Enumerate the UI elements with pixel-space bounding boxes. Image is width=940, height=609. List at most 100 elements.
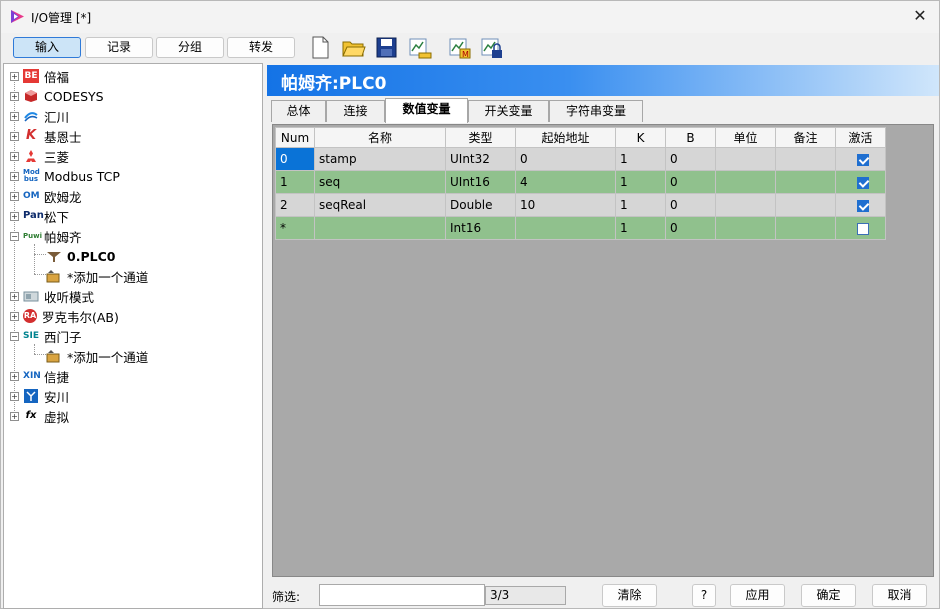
cell-unit[interactable] [715,147,776,171]
cell-k[interactable]: 1 [615,147,666,171]
expand-icon[interactable]: + [10,111,19,121]
tree-item-plc0[interactable]: 0.PLC0 [46,246,115,266]
cell-k[interactable]: 1 [615,216,666,240]
tree-item-modbus-tcp[interactable]: + Mod bus Modbus TCP [10,166,120,186]
expand-icon[interactable]: + [10,291,19,301]
ok-button[interactable]: 确定 [801,584,856,607]
collapse-icon[interactable]: − [10,331,19,341]
cell-name[interactable] [314,216,446,240]
cell-unit[interactable] [715,170,776,194]
import-lock-icon[interactable] [479,35,504,60]
tree-item-add-channel[interactable]: *添加一个通道 [46,346,148,366]
cell-start-address[interactable]: 0 [515,147,616,171]
cell-active[interactable] [835,216,886,240]
tree-item-yaskawa[interactable]: + 安川 [10,386,69,406]
tab-connection[interactable]: 连接 [326,100,385,122]
cell-active[interactable] [835,170,886,194]
close-button[interactable]: ✕ [909,5,931,27]
export-icon[interactable] [407,35,432,60]
cell-num[interactable]: * [275,216,315,240]
save-icon[interactable] [374,35,399,60]
column-header-num[interactable]: Num [275,127,315,148]
cell-b[interactable]: 0 [665,170,716,194]
tree-item-virtual[interactable]: + fx 虚拟 [10,406,69,426]
cell-start-address[interactable]: 4 [515,170,616,194]
open-folder-icon[interactable] [341,35,366,60]
cell-type[interactable]: Int16 [445,216,516,240]
expand-icon[interactable]: + [10,151,19,161]
filter-input[interactable] [319,584,485,606]
expand-icon[interactable]: + [10,311,19,321]
tree-item-panasonic[interactable]: + Pan 松下 [10,206,69,226]
column-header-b[interactable]: B [665,127,716,148]
import-m-icon[interactable]: M [447,35,472,60]
tab-record-button[interactable]: 记录 [85,37,153,58]
tab-general[interactable]: 总体 [271,100,326,122]
expand-icon[interactable]: + [10,131,19,141]
tree-item-siemens[interactable]: − SIE 西门子 [10,326,82,346]
cell-start-address[interactable] [515,216,616,240]
table-row[interactable]: 1 seq UInt16 4 1 0 [275,170,886,194]
active-checkbox[interactable] [856,153,869,166]
cell-b[interactable]: 0 [665,147,716,171]
expand-icon[interactable]: + [10,91,19,101]
tree-item-add-channel[interactable]: *添加一个通道 [46,266,148,286]
cell-note[interactable] [775,170,836,194]
cancel-button[interactable]: 取消 [872,584,927,607]
tab-forward-button[interactable]: 转发 [227,37,295,58]
new-file-icon[interactable] [308,35,333,60]
active-checkbox[interactable] [856,176,869,189]
active-checkbox[interactable] [856,222,869,235]
tree-item-mitsubishi[interactable]: + 三菱 [10,146,69,166]
apply-button[interactable]: 应用 [730,584,785,607]
tab-input-button[interactable]: 输入 [13,37,81,58]
cell-type[interactable]: Double [445,193,516,217]
cell-note[interactable] [775,147,836,171]
tree-item-listen-mode[interactable]: + 收听模式 [10,286,94,306]
expand-icon[interactable]: + [10,411,19,421]
cell-k[interactable]: 1 [615,170,666,194]
cell-num[interactable]: 2 [275,193,315,217]
help-button[interactable]: ? [692,584,716,607]
column-header-name[interactable]: 名称 [314,127,446,148]
column-header-type[interactable]: 类型 [445,127,516,148]
cell-name[interactable]: seq [314,170,446,194]
column-header-active[interactable]: 激活 [835,127,886,148]
cell-name[interactable]: seqReal [314,193,446,217]
tree-item-pamuqi[interactable]: − Puwi 帕姆齐 [10,226,82,246]
tree-item-inovance[interactable]: + 汇川 [10,106,69,126]
tree-item-beckhoff[interactable]: + BE 倍福 [10,66,69,86]
cell-num[interactable]: 1 [275,170,315,194]
cell-note[interactable] [775,193,836,217]
column-header-start-address[interactable]: 起始地址 [515,127,616,148]
table-row[interactable]: 0 stamp UInt32 0 1 0 [275,147,886,171]
collapse-icon[interactable]: − [10,231,19,241]
expand-icon[interactable]: + [10,211,19,221]
cell-b[interactable]: 0 [665,193,716,217]
clear-button[interactable]: 清除 [602,584,657,607]
column-header-note[interactable]: 备注 [775,127,836,148]
column-header-k[interactable]: K [615,127,666,148]
tree-item-keyence[interactable]: + K 基恩士 [10,126,82,146]
tree-item-rockwell[interactable]: + RA 罗克韦尔(AB) [10,306,119,326]
expand-icon[interactable]: + [10,371,19,381]
cell-name[interactable]: stamp [314,147,446,171]
cell-b[interactable]: 0 [665,216,716,240]
cell-unit[interactable] [715,193,776,217]
tab-string-variables[interactable]: 字符串变量 [549,100,643,122]
cell-note[interactable] [775,216,836,240]
tree-item-codesys[interactable]: + CODESYS [10,86,104,106]
cell-type[interactable]: UInt32 [445,147,516,171]
expand-icon[interactable]: + [10,71,19,81]
table-row[interactable]: 2 seqReal Double 10 1 0 [275,193,886,217]
column-header-unit[interactable]: 单位 [715,127,776,148]
tree-item-omron[interactable]: + OM 欧姆龙 [10,186,82,206]
expand-icon[interactable]: + [10,191,19,201]
cell-active[interactable] [835,193,886,217]
tree-item-xinje[interactable]: + XIN 信捷 [10,366,69,386]
expand-icon[interactable]: + [10,391,19,401]
cell-type[interactable]: UInt16 [445,170,516,194]
tab-group-button[interactable]: 分组 [156,37,224,58]
cell-start-address[interactable]: 10 [515,193,616,217]
expand-icon[interactable]: + [10,171,19,181]
